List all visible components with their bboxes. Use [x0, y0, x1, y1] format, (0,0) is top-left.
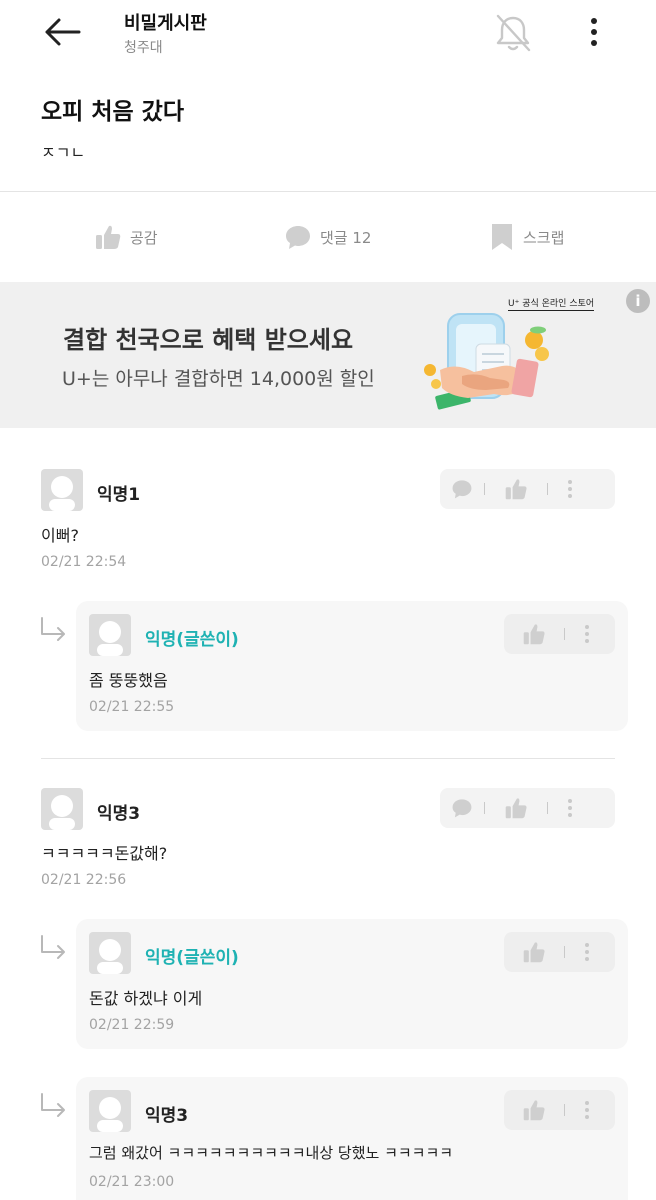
- post-title: 오피 처음 갔다: [41, 99, 184, 125]
- notification-toggle-button[interactable]: [490, 10, 536, 56]
- comment-author: 익명3: [97, 804, 141, 824]
- speech-bubble-icon: [452, 799, 472, 818]
- ad-subline: U+는 아무나 결합하면 14,000원 할인: [62, 368, 375, 390]
- comment-text: 그럼 왜갔어 ㅋㅋㅋㅋㅋㅋㅋㅋㅋㅋ내상 당했노 ㅋㅋㅋㅋㅋ: [89, 1144, 454, 1162]
- speech-bubble-icon: [452, 480, 472, 499]
- more-vertical-icon: [585, 625, 589, 643]
- avatar: [41, 469, 83, 511]
- post-action-bar: 공감 댓글 12 스크랩: [0, 192, 656, 282]
- avatar: [89, 614, 131, 656]
- like-comment-button[interactable]: [485, 788, 547, 828]
- comment-author: 익명1: [97, 485, 141, 505]
- comment-more-button[interactable]: [565, 614, 609, 654]
- top-app-bar: 비밀게시판 청주대: [0, 0, 656, 70]
- like-button[interactable]: 공감: [94, 220, 158, 254]
- reply-arrow-icon: [41, 1093, 65, 1117]
- comment-toolbar: [504, 614, 615, 654]
- comment-time: 02/21 22:56: [41, 872, 127, 888]
- thumbs-up-icon: [523, 624, 545, 645]
- comment-text: ㅋㅋㅋㅋㅋ돈값해?: [41, 844, 168, 863]
- comment-toolbar: [440, 788, 615, 828]
- reply-arrow-icon: [41, 935, 65, 959]
- handshake-phone-illustration: [424, 313, 549, 410]
- comment-more-button[interactable]: [548, 788, 592, 828]
- comment-divider: [41, 758, 615, 759]
- thumbs-up-icon: [505, 798, 527, 819]
- post-body: ㅈㄱㄴ: [41, 143, 86, 162]
- comment-time: 02/21 22:59: [89, 1017, 175, 1033]
- avatar: [41, 788, 83, 830]
- more-options-button[interactable]: [578, 12, 610, 52]
- ad-headline: 결합 천국으로 혜택 받으세요: [63, 326, 354, 354]
- more-vertical-icon: [585, 1101, 589, 1119]
- more-vertical-icon: [585, 943, 589, 961]
- ad-banner[interactable]: 결합 천국으로 혜택 받으세요 U+는 아무나 결합하면 14,000원 할인 …: [0, 282, 656, 428]
- bookmark-icon: [492, 224, 512, 250]
- comment-author: 익명3: [145, 1106, 189, 1126]
- comment-text: 좀 뚱뚱했음: [89, 671, 168, 690]
- comment-time: 02/21 22:55: [89, 699, 175, 715]
- like-label: 공감: [130, 228, 158, 247]
- board-subtitle: 청주대: [124, 40, 163, 56]
- comment-count-label: 댓글 12: [320, 228, 372, 247]
- reply-button[interactable]: [440, 788, 484, 828]
- thumbs-up-icon: [523, 942, 545, 963]
- avatar: [89, 1090, 131, 1132]
- avatar: [89, 932, 131, 974]
- comment-more-button[interactable]: [548, 469, 592, 509]
- like-comment-button[interactable]: [504, 932, 564, 972]
- scrap-button[interactable]: 스크랩: [489, 220, 564, 254]
- speech-bubble-icon: [286, 226, 310, 249]
- like-comment-button[interactable]: [504, 614, 564, 654]
- thumbs-up-icon: [96, 225, 121, 249]
- comment-text: 이뻐?: [41, 526, 79, 545]
- comment-toolbar: [440, 469, 615, 509]
- more-vertical-icon: [568, 480, 572, 498]
- back-arrow-icon: [45, 18, 81, 46]
- bell-off-icon: [496, 14, 531, 52]
- more-vertical-icon: [568, 799, 572, 817]
- comment-toolbar: [504, 932, 615, 972]
- comment-author-writer: 익명(글쓴이): [145, 630, 239, 650]
- comment-more-button[interactable]: [565, 1090, 609, 1130]
- reply-button[interactable]: [440, 469, 484, 509]
- comment-text: 돈값 하겠냐 이게: [89, 989, 203, 1008]
- back-button[interactable]: [38, 12, 86, 52]
- comment-toolbar: [504, 1090, 615, 1130]
- reply-arrow-icon: [41, 617, 65, 641]
- comment-more-button[interactable]: [565, 932, 609, 972]
- comment-time: 02/21 22:54: [41, 554, 127, 570]
- thumbs-up-icon: [523, 1100, 545, 1121]
- comment-count-button[interactable]: 댓글 12: [284, 220, 371, 254]
- thumbs-up-icon: [505, 479, 527, 500]
- more-vertical-icon: [591, 18, 597, 46]
- ad-info-button[interactable]: i: [626, 289, 650, 313]
- comment-author-writer: 익명(글쓴이): [145, 948, 239, 968]
- like-comment-button[interactable]: [504, 1090, 564, 1130]
- comment-time: 02/21 23:00: [89, 1174, 175, 1190]
- like-comment-button[interactable]: [485, 469, 547, 509]
- scrap-label: 스크랩: [523, 228, 565, 247]
- board-title: 비밀게시판: [124, 13, 207, 34]
